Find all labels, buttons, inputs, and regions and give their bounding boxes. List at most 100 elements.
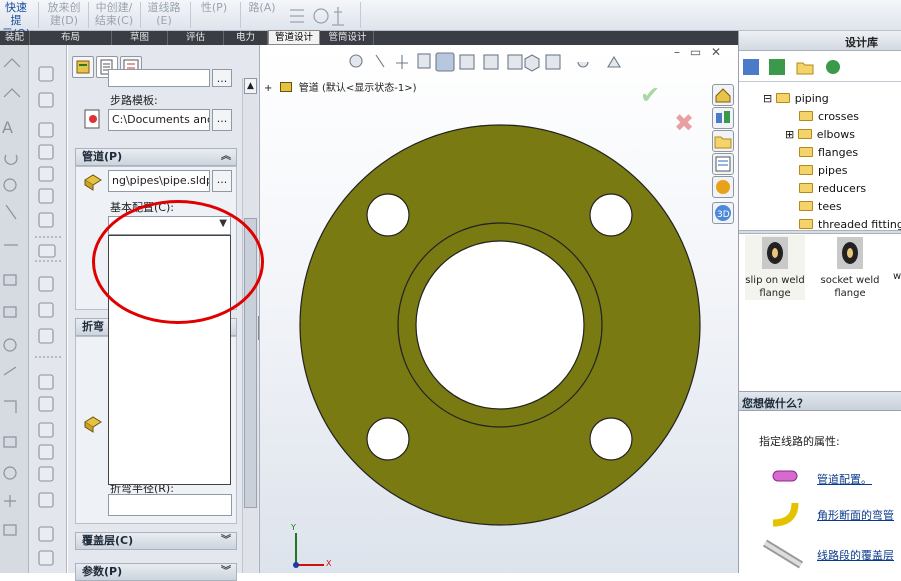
circle-icon (3, 338, 17, 352)
svg-text:3D: 3D (717, 210, 730, 220)
tree-node-flanges[interactable]: flanges (799, 146, 858, 159)
tab-piping[interactable]: 管道设计 (268, 30, 320, 45)
bend-icon (772, 502, 799, 527)
tree-node-piping[interactable]: ⊟ piping (763, 92, 829, 105)
top-clipped-field[interactable] (108, 69, 210, 87)
bolt-hole (366, 193, 410, 237)
bend-radius-field[interactable] (108, 494, 232, 516)
tab-evaluate[interactable]: 评估 (168, 31, 224, 45)
tree-label: crosses (818, 110, 860, 123)
expand-icon[interactable]: ︾ (221, 564, 231, 580)
tree-label: tees (818, 200, 842, 213)
slash-icon (3, 366, 17, 376)
feature-tree-tab[interactable] (72, 56, 94, 78)
folder-icon (797, 129, 812, 139)
route-button[interactable]: 路(A) (244, 1, 280, 14)
tree-label-piping: piping (794, 92, 829, 105)
rect-icon (3, 306, 17, 318)
folder-icon (714, 136, 732, 149)
properties-label: 性(P) (200, 1, 228, 14)
file-explorer-tab[interactable] (712, 130, 734, 152)
help-link-pipe-config[interactable]: 管道配置。 (817, 471, 872, 487)
folder-icon (799, 201, 813, 211)
params-group-title: 参数(P) (82, 565, 123, 578)
tree-node-tees[interactable]: tees (799, 200, 842, 213)
pipe-group-header[interactable]: 管道(P) ︽ (75, 148, 237, 166)
top-browse-button[interactable]: ... (212, 69, 232, 87)
cover-group-header[interactable]: 覆盖层(C) ︾ (75, 532, 237, 550)
3d-content-tab[interactable]: 3D (712, 202, 734, 224)
graphics-viewport[interactable]: – ▭ ✕ + 管道 (默认<显示状态-1>) ✔ ✖ Y X (259, 45, 738, 573)
thumb-slip-on-weld-flange[interactable]: slip on weld flange (745, 235, 805, 300)
tree-node-reducers[interactable]: reducers (799, 182, 866, 195)
collapse-minus-icon[interactable]: ⊟ (763, 92, 772, 105)
library-tree: ⊟ piping crosses ⊞ elbows flanges pipes … (739, 81, 901, 231)
expand-plus-icon[interactable]: ⊞ (785, 128, 794, 141)
route-template-field[interactable]: C:\Documents and S (108, 109, 210, 131)
create-end-button[interactable]: 中创建/ 结束(C) (92, 1, 136, 27)
pipe-path-field[interactable]: ng\pipes\pipe.sldprt (108, 170, 210, 192)
refresh-icon (826, 60, 840, 74)
component-icon (38, 550, 54, 566)
tab-electrical[interactable]: 电力 (224, 31, 268, 45)
folder-icon (799, 165, 813, 175)
library-splitter[interactable] (739, 230, 901, 234)
thumb-label-1: socket weld (820, 275, 880, 286)
tab-layout[interactable]: 布局 (30, 31, 112, 45)
tree-node-pipes[interactable]: pipes (799, 164, 848, 177)
lines-icon (290, 9, 304, 23)
add-file-icon (769, 59, 785, 75)
folder-icon (799, 147, 813, 157)
bolt-hole (589, 193, 633, 237)
route-line-button[interactable]: 道线路 (E) (144, 1, 184, 27)
drop-create-button[interactable]: 放来创 建(D) (44, 1, 84, 27)
x-axis-label: X (326, 559, 332, 568)
folder-icon (799, 183, 813, 193)
params-group-header[interactable]: 参数(P) ︾ (75, 563, 237, 581)
bend-group-title: 折弯 (82, 320, 104, 333)
thumb-socket-weld-flange[interactable]: socket weld flange (815, 235, 885, 300)
scroll-up-icon[interactable]: ▲ (244, 78, 257, 94)
component-icon (38, 66, 54, 82)
pattern-icon (38, 244, 56, 258)
route-line-line2: (E) (156, 14, 172, 27)
rect-icon (3, 436, 17, 448)
expand-icon[interactable]: ︾ (221, 533, 231, 549)
tab-tubing[interactable]: 管筒设计 (322, 31, 374, 45)
pipe-group-title: 管道(P) (82, 150, 123, 163)
tree-node-crosses[interactable]: crosses (799, 110, 859, 123)
3d-icon: 3D (715, 205, 731, 221)
tab-sketch[interactable]: 草图 (112, 31, 168, 45)
cover-group-title: 覆盖层(C) (82, 534, 134, 547)
component-icon (38, 492, 54, 508)
folder-icon (799, 111, 813, 121)
collapse-icon[interactable]: ︽ (221, 149, 231, 165)
properties-button[interactable]: 性(P) (196, 1, 232, 14)
left-toolbar-icons: A (2, 58, 21, 536)
appearances-tab[interactable] (712, 176, 734, 198)
property-manager-scrollbar[interactable]: ▲ (242, 78, 258, 573)
help-link-bend[interactable]: 角形断面的弯管 (817, 507, 894, 523)
template-icon (82, 108, 104, 130)
component-icon (38, 328, 54, 344)
sphere-icon (716, 180, 730, 194)
tree-node-elbows[interactable]: ⊞ elbows (785, 128, 855, 141)
tab-assembly[interactable]: 装配 (0, 31, 30, 45)
pipe-browse-button[interactable]: ... (212, 170, 232, 192)
ribbon-divider (360, 2, 361, 28)
origin-dot (293, 562, 299, 568)
slash-icon (5, 204, 17, 220)
route-label: 路(A) (248, 1, 276, 14)
help-link-covering[interactable]: 线路段的覆盖层 (817, 547, 894, 563)
folder-icon (799, 219, 813, 229)
flange-model[interactable] (260, 45, 739, 573)
design-library-tab[interactable] (712, 107, 734, 129)
resources-tab[interactable] (712, 84, 734, 106)
annotation-ellipse (92, 200, 264, 324)
thumb-label-2: flange (759, 288, 791, 299)
create-end-line2: 结束(C) (94, 14, 134, 27)
view-palette-tab[interactable] (712, 153, 734, 175)
component-icon (38, 302, 54, 318)
tree-label: flanges (818, 146, 859, 159)
route-template-browse-button[interactable]: ... (212, 109, 232, 131)
